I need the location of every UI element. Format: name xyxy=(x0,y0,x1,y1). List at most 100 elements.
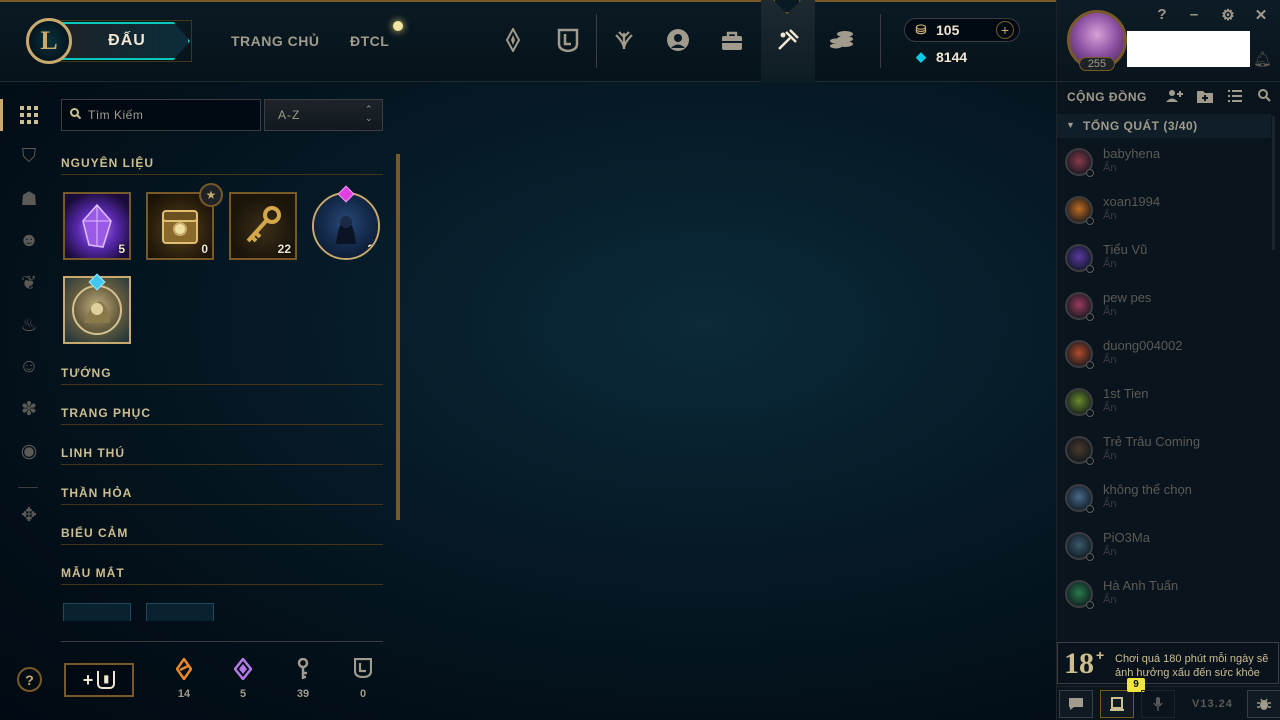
ward-thumbnail[interactable] xyxy=(146,603,214,621)
add-folder-icon[interactable] xyxy=(1197,89,1213,106)
champion-helmet-icon[interactable]: ☗ xyxy=(16,186,42,212)
key-fragment-glyph xyxy=(297,657,309,679)
currency-stack-icon[interactable] xyxy=(824,22,860,58)
summoner-icon-tree-icon[interactable]: ✽ xyxy=(16,396,42,422)
group-title: TỔNG QUÁT (3/40) xyxy=(1083,119,1198,133)
friend-list-item[interactable]: Tiểu Vũ Ẩn xyxy=(1057,236,1271,284)
tft-icon[interactable] xyxy=(495,22,531,58)
section-skins[interactable]: TRANG PHỤC xyxy=(61,405,383,425)
rp-row: ⛁ 105 xyxy=(914,22,960,38)
nav-home[interactable]: TRANG CHỦ xyxy=(231,33,320,49)
collection-shield-icon[interactable] xyxy=(550,22,586,58)
section-wards[interactable]: THẦN HỎA xyxy=(61,485,383,505)
voice-button[interactable] xyxy=(1141,690,1175,718)
orange-essence-counter: 14 xyxy=(164,656,204,700)
app-window: ĐẤU L TRANG CHỦ ĐTCL ⛁ 105 + ◆ 8144 ⛉ ☗ … xyxy=(0,0,1280,720)
chest-category-icon[interactable]: ⛉ xyxy=(16,144,42,170)
notifications-button[interactable] xyxy=(1100,690,1134,718)
section-label: TƯỚNG xyxy=(61,366,112,380)
minimize-icon[interactable]: – xyxy=(1186,6,1202,23)
friend-list-item[interactable]: không thể chọn Ẩn xyxy=(1057,476,1271,524)
sort-select[interactable]: A-Z ⌃ ⌄ xyxy=(264,99,383,131)
item-count: 22 xyxy=(277,242,291,256)
loot-icon[interactable] xyxy=(770,22,806,58)
emote-face-icon[interactable]: ☺ xyxy=(16,354,42,380)
friend-list-item[interactable]: Trẻ Trâu Coming Ẩn xyxy=(1057,428,1271,476)
bug-report-button[interactable] xyxy=(1247,690,1280,718)
add-friend-icon[interactable] xyxy=(1166,89,1184,106)
ward-thumbnail[interactable] xyxy=(63,603,131,621)
chat-button[interactable] xyxy=(1059,690,1093,718)
sidebar-separator xyxy=(18,487,38,488)
friend-list-item[interactable]: pew pes Ẩn xyxy=(1057,284,1271,332)
summoner-name-redacted xyxy=(1127,31,1250,67)
mythic-essence-value: 5 xyxy=(239,688,247,700)
collection-icon-glyph xyxy=(557,28,579,52)
social-search-glyph xyxy=(1258,89,1271,102)
settings-gear-icon[interactable]: ⚙ xyxy=(1220,6,1236,24)
rp-amount: 105 xyxy=(936,22,960,38)
friend-list-item[interactable]: babyhena Ẩn xyxy=(1057,140,1271,188)
little-legend-icon[interactable]: ❦ xyxy=(16,270,42,296)
league-logo[interactable]: L xyxy=(26,18,72,64)
mythic-essence-icon xyxy=(223,656,263,684)
friend-list-item[interactable]: xoan1994 Ẩn xyxy=(1057,188,1271,236)
loot-category-sidebar: ⛉ ☗ ☻ ❦ ♨ ☺ ✽ ◉ ✥ xyxy=(0,82,56,720)
friend-list-item[interactable]: 1st Tien Ẩn xyxy=(1057,380,1271,428)
status-indicator xyxy=(1086,265,1094,273)
status-indicator xyxy=(1086,217,1094,225)
profile-icon-glyph xyxy=(667,29,689,51)
section-champions[interactable]: TƯỚNG xyxy=(61,365,383,385)
craft-plus: + xyxy=(82,669,94,690)
section-materials[interactable]: NGUYÊN LIỆU xyxy=(61,155,383,175)
buy-rp-button[interactable]: + xyxy=(996,21,1014,39)
inventory-scrollbar[interactable] xyxy=(396,154,400,520)
bug-icon xyxy=(1257,698,1271,710)
loot-item-orb[interactable]: 5 xyxy=(63,192,131,260)
friend-list-item[interactable]: Hà Anh Tuấn Ẩn xyxy=(1057,572,1271,620)
friend-list-item[interactable]: duong004002 Ẩn xyxy=(1057,332,1271,380)
friend-list-scrollbar[interactable] xyxy=(1272,116,1275,250)
search-input[interactable] xyxy=(88,100,258,130)
play-button[interactable]: ĐẤU xyxy=(54,22,190,60)
friend-list-item[interactable]: PiO3Ma Ẩn xyxy=(1057,524,1271,572)
close-icon[interactable]: ✕ xyxy=(1253,6,1269,24)
store-icon[interactable] xyxy=(714,22,750,58)
bell-icon[interactable]: 🔔︎ xyxy=(1253,50,1272,68)
section-little-legends[interactable]: LINH THÚ xyxy=(61,445,383,465)
list-view-icon[interactable] xyxy=(1228,89,1242,105)
friend-group-header[interactable]: ▼ TỔNG QUÁT (3/40) xyxy=(1057,114,1271,138)
section-label: NGUYÊN LIỆU xyxy=(61,156,155,170)
all-items-grid-icon[interactable] xyxy=(16,102,42,128)
social-panel: 255 ? – ⚙ ✕ 🔔︎ CỘNG ĐỒNG ▼ TỔNG QUÁT (3/… xyxy=(1056,0,1280,720)
orange-essence-glyph xyxy=(175,656,193,682)
chest-value: 0 xyxy=(359,688,367,700)
social-header: CỘNG ĐỒNG xyxy=(1057,84,1280,112)
craft-shield-icon: ▮ xyxy=(97,671,116,689)
craft-key-button[interactable]: + ▮ xyxy=(64,663,134,697)
friend-name: Hà Anh Tuấn xyxy=(1103,578,1179,593)
help-button[interactable]: ? xyxy=(17,667,42,692)
section-ward-skins[interactable]: MẪU MẮT xyxy=(61,565,383,585)
microphone-icon xyxy=(1153,697,1163,711)
social-title: CỘNG ĐỒNG xyxy=(1067,90,1147,104)
nav-tft[interactable]: ĐTCL xyxy=(350,33,389,49)
eternals-icon[interactable]: ✥ xyxy=(16,502,42,528)
social-search-icon[interactable] xyxy=(1258,89,1271,105)
nav-separator xyxy=(596,14,597,68)
profile-icon[interactable] xyxy=(660,22,696,58)
orange-essence-value: 14 xyxy=(177,688,191,700)
status-indicator xyxy=(1086,505,1094,513)
clash-icon[interactable] xyxy=(606,22,642,58)
skin-mask-icon[interactable]: ☻ xyxy=(16,228,42,254)
profile-icon-category-icon[interactable]: ◉ xyxy=(16,438,42,464)
loot-search-box xyxy=(61,99,261,131)
add-friend-glyph xyxy=(1166,90,1183,102)
ward-flame-icon[interactable]: ♨ xyxy=(16,312,42,338)
loot-item-key-fragment[interactable]: 22 xyxy=(229,192,297,260)
friend-status: Ẩn xyxy=(1103,498,1117,510)
section-emotes[interactable]: BIỂU CẢM xyxy=(61,525,383,545)
friend-status: Ẩn xyxy=(1103,210,1117,222)
help-icon[interactable]: ? xyxy=(1154,6,1170,23)
skin-portrait-icon xyxy=(72,285,122,335)
